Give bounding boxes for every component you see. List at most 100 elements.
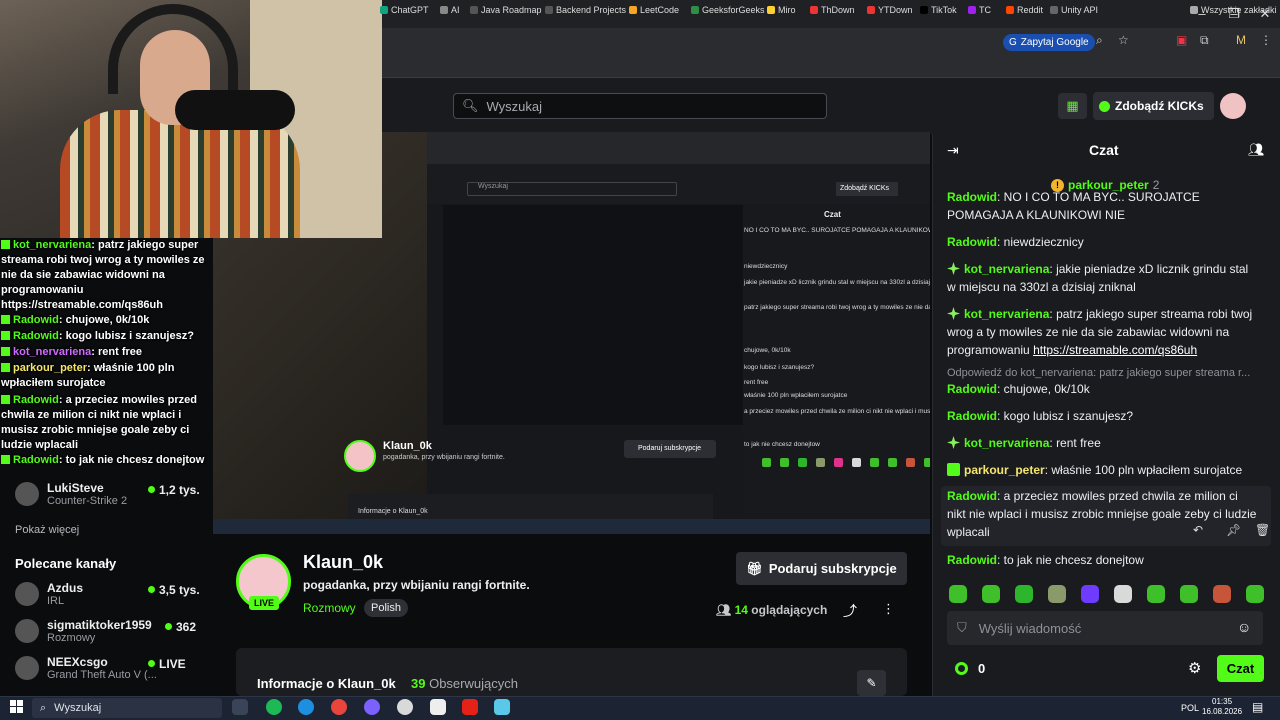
show-more-link[interactable]: Pokaż więcej: [15, 524, 79, 536]
alien-icon[interactable]: [430, 699, 446, 715]
notifications-icon[interactable]: ▤: [1252, 700, 1263, 714]
edit-icon[interactable]: ✎: [857, 670, 886, 696]
send-chat-button[interactable]: Czat: [1217, 655, 1264, 682]
browser-menu-icon[interactable]: ⋮: [1260, 33, 1272, 47]
sidebar-channel[interactable]: sigmatiktoker1959 Rozmowy: [15, 618, 152, 644]
chat-username[interactable]: Radowid: [947, 489, 997, 503]
share-icon[interactable]: ⤴: [843, 601, 857, 621]
chat-username[interactable]: kot_nervariena: [964, 436, 1049, 450]
bookmark-item[interactable]: GeeksforGeeks: [691, 5, 765, 15]
overlay-chat-message: Radowid: a przeciez mowiles przed chwila…: [1, 393, 213, 453]
bookmark-favicon-icon: [545, 6, 553, 14]
app-store-icon[interactable]: [494, 699, 510, 715]
edge-icon[interactable]: [298, 699, 314, 715]
channel-points[interactable]: 0: [955, 661, 985, 676]
emote-icon[interactable]: [1114, 585, 1132, 603]
chat-username[interactable]: Radowid: [947, 409, 997, 423]
extension-badge-icon[interactable]: ▣: [1176, 33, 1187, 47]
bookmark-favicon-icon: [629, 6, 637, 14]
collapse-chat-icon[interactable]: ⇥: [947, 142, 959, 159]
chat-username[interactable]: Radowid: [947, 235, 997, 249]
store-button[interactable]: ▦: [1058, 93, 1087, 119]
sidebar-channel[interactable]: Azdus IRL: [15, 581, 83, 607]
bookmark-favicon-icon: [920, 6, 928, 14]
overlay-chat-colon: :: [91, 239, 98, 251]
all-bookmarks[interactable]: Wszystkie zakładki: [1190, 5, 1277, 15]
chat-link[interactable]: https://streamable.com/qs86uh: [1033, 343, 1197, 357]
app-icon[interactable]: [364, 699, 380, 715]
chat-username[interactable]: kot_nervariena: [964, 307, 1049, 321]
language-tag[interactable]: Polish: [364, 599, 408, 617]
category-link[interactable]: Rozmowy: [303, 601, 356, 615]
bookmark-label: YTDown: [878, 5, 913, 15]
chat-message-input[interactable]: ⛉ Wyślij wiadomość: [947, 611, 1263, 645]
bookmark-item[interactable]: Miro: [767, 5, 796, 15]
chat-username[interactable]: Radowid: [947, 190, 997, 204]
stream-nested-chat-line: to jak nie chcesz donejtow: [744, 441, 820, 448]
bookmark-item[interactable]: YTDown: [867, 5, 913, 15]
task-view-icon[interactable]: [232, 699, 248, 715]
emote-icon[interactable]: [982, 585, 1000, 603]
bookmark-item[interactable]: Java Roadmap: [470, 5, 542, 15]
chat-users-icon[interactable]: 👥︎: [1248, 142, 1265, 158]
bookmark-item[interactable]: ThDown: [810, 5, 855, 15]
bookmark-item[interactable]: Backend Projects: [545, 5, 626, 15]
google-ask-chip[interactable]: G Zapytaj Google: [1003, 34, 1095, 51]
bookmark-favicon-icon: [767, 6, 775, 14]
spotify-icon[interactable]: [266, 699, 282, 715]
emoji-picker-icon[interactable]: ☺: [1237, 619, 1251, 635]
chat-username[interactable]: kot_nervariena: [964, 262, 1049, 276]
emote-icon[interactable]: [1048, 585, 1066, 603]
bookmark-item[interactable]: AI: [440, 5, 460, 15]
bookmark-item[interactable]: TikTok: [920, 5, 957, 15]
overlay-chat-user: parkour_peter: [13, 362, 87, 374]
channel-text: sigmatiktoker1959 Rozmowy: [47, 618, 152, 644]
stream-nested-video: [443, 205, 743, 425]
all-bookmarks-label: Wszystkie zakładki: [1201, 5, 1277, 15]
bookmark-item[interactable]: Unity API: [1050, 5, 1098, 15]
search-input[interactable]: 🔍︎ Wyszukaj: [453, 93, 827, 119]
chat-username[interactable]: parkour_peter: [964, 463, 1045, 477]
emote-icon[interactable]: [1246, 585, 1264, 603]
bookmark-label: Unity API: [1061, 5, 1099, 15]
channel-name[interactable]: Klaun_0k: [303, 552, 383, 573]
bookmark-item[interactable]: TC: [968, 5, 991, 15]
emote-icon[interactable]: [1147, 585, 1165, 603]
bookmark-item[interactable]: LeetCode: [629, 5, 679, 15]
chat-title: Czat: [1089, 142, 1119, 158]
subscriber-badge-icon: [1, 347, 10, 356]
emote-icon[interactable]: [1213, 585, 1231, 603]
gift-subscription-button[interactable]: 🎁︎ Podaruj subskrypcje: [736, 552, 907, 585]
chat-settings-icon[interactable]: ⚙: [1188, 659, 1201, 677]
emote-icon[interactable]: [1015, 585, 1033, 603]
emote-icon[interactable]: [949, 585, 967, 603]
subscriber-badge-icon: [1, 395, 10, 404]
youtube-icon[interactable]: [462, 699, 478, 715]
language-indicator[interactable]: POL: [1181, 703, 1199, 713]
sidebar-channel[interactable]: NEEXcsgo Grand Theft Auto V (...: [15, 655, 157, 681]
chrome-icon[interactable]: [331, 699, 347, 715]
obs-icon[interactable]: [397, 699, 413, 715]
extensions-icon[interactable]: ⧉: [1200, 33, 1209, 48]
bookmark-item[interactable]: Reddit: [1006, 5, 1043, 15]
zoom-icon[interactable]: ⌕: [1096, 33, 1103, 48]
bookmark-item[interactable]: ChatGPT: [380, 5, 429, 15]
clock[interactable]: 01:35 16.08.2026: [1202, 697, 1242, 717]
user-avatar[interactable]: [1220, 93, 1246, 119]
overlay-chat-text: kogo lubisz i szanujesz?: [65, 330, 194, 342]
chat-username[interactable]: Radowid: [947, 553, 997, 567]
delete-icon[interactable]: 🗑︎: [1255, 523, 1270, 537]
star-icon[interactable]: ☆: [1118, 33, 1129, 47]
overlay-chat-colon: :: [58, 330, 66, 342]
taskbar-search[interactable]: ⌕ Wyszukaj: [32, 698, 222, 718]
sidebar-channel[interactable]: LukiSteve Counter-Strike 2: [15, 481, 127, 507]
emote-icon[interactable]: [1081, 585, 1099, 603]
stream-nested-emote-icon: [816, 458, 825, 467]
windows-start-icon[interactable]: [10, 700, 23, 713]
get-kicks-button[interactable]: Zdobądź KICKs: [1093, 92, 1214, 120]
emote-icon[interactable]: [1180, 585, 1198, 603]
more-options-icon[interactable]: ⋮: [882, 601, 895, 617]
chat-username[interactable]: Radowid: [947, 382, 997, 396]
reply-note[interactable]: Odpowiedź do kot_nervariena: patrz jakie…: [947, 367, 1250, 379]
profile-icon[interactable]: M: [1236, 33, 1246, 47]
